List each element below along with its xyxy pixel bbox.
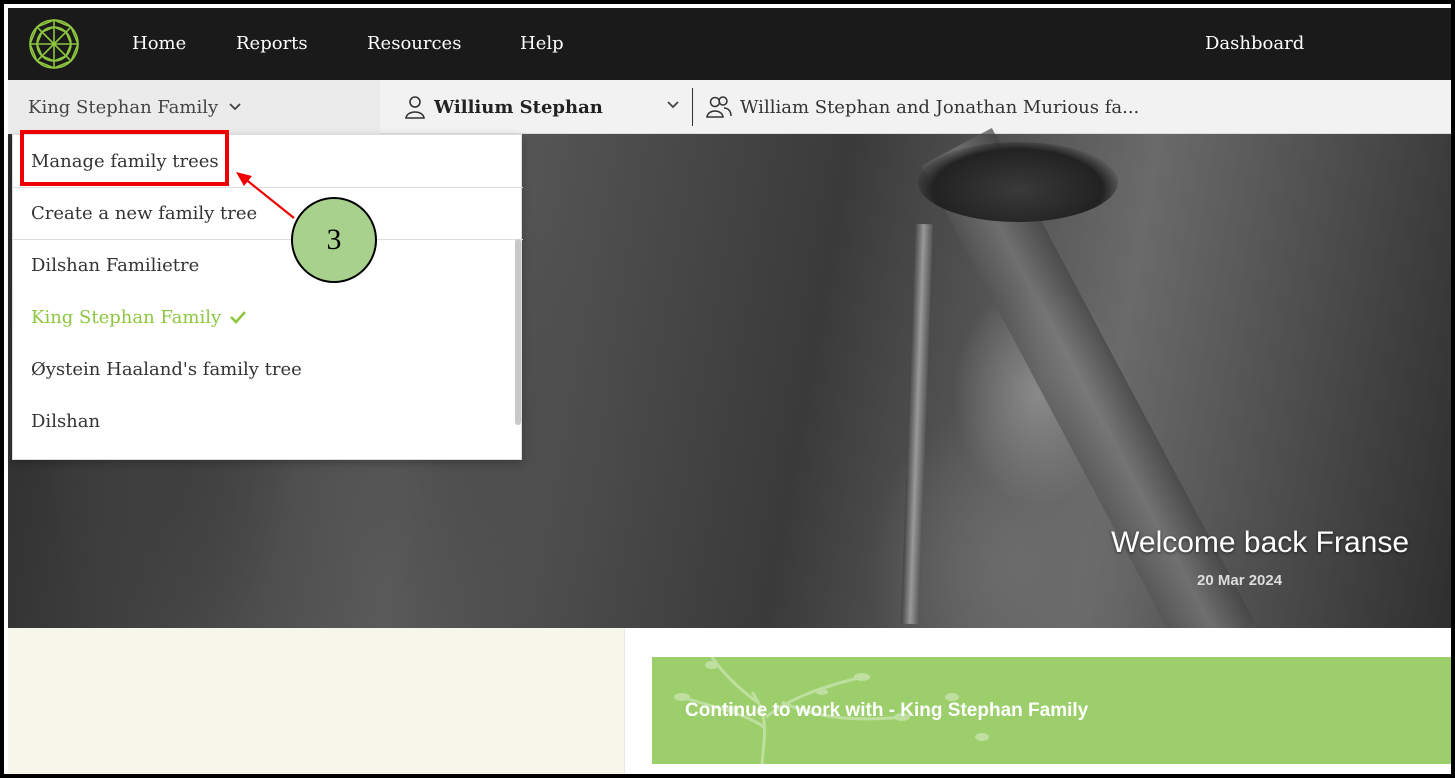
menu-item-label: King Stephan Family: [31, 306, 222, 328]
menu-item-tree-1[interactable]: King Stephan Family: [13, 291, 523, 343]
continue-card-label: Continue to work with - King Stephan Fam…: [685, 700, 1089, 721]
continue-card[interactable]: Continue to work with - King Stephan Fam…: [652, 657, 1451, 764]
users-icon: [706, 96, 732, 118]
nav-help[interactable]: Help: [520, 33, 564, 54]
nav-dashboard[interactable]: Dashboard: [1205, 33, 1304, 54]
menu-item-tree-3[interactable]: Dilshan: [13, 395, 523, 447]
nav-resources[interactable]: Resources: [367, 33, 461, 54]
menu-item-tree-2[interactable]: Øystein Haaland's family tree: [13, 343, 523, 395]
context-bar: King Stephan Family Willium Stephan Will…: [8, 80, 1451, 134]
person-name: Willium Stephan: [434, 96, 603, 118]
menu-item-label: Øystein Haaland's family tree: [31, 358, 302, 380]
chevron-down-icon: [667, 101, 679, 109]
family-name: William Stephan and Jonathan Murious fa.…: [740, 96, 1140, 118]
annotation-highlight-box: [20, 130, 229, 186]
tree-selector-label: King Stephan Family: [28, 96, 219, 118]
check-icon: [230, 311, 247, 324]
family-selector[interactable]: William Stephan and Jonathan Murious fa.…: [706, 80, 1139, 134]
top-navigation: Home Reports Resources Help Dashboard: [8, 8, 1451, 80]
welcome-date: 20 Mar 2024: [1197, 572, 1283, 589]
logo-icon[interactable]: [28, 18, 80, 70]
app-frame: Home Reports Resources Help Dashboard Ki…: [0, 0, 1455, 778]
hero-photo-cap: [918, 142, 1118, 222]
divider: [692, 88, 693, 126]
left-panel: [8, 628, 624, 774]
annotation-step-number: 3: [326, 223, 342, 256]
annotation-step-callout: 3: [291, 197, 377, 283]
user-icon: [405, 96, 425, 119]
welcome-message: Welcome back Franse: [1111, 526, 1409, 559]
annotation-arrow: [236, 172, 295, 219]
nav-reports[interactable]: Reports: [236, 33, 308, 54]
hero-photo-stick: [901, 223, 933, 625]
menu-item-tree-0[interactable]: Dilshan Familietre: [13, 239, 523, 291]
chevron-down-icon: [229, 103, 241, 111]
menu-item-label: Dilshan Familietre: [31, 254, 200, 276]
nav-home[interactable]: Home: [132, 33, 186, 54]
dropdown-scrollbar[interactable]: [515, 239, 521, 425]
menu-item-label: Dilshan: [31, 410, 101, 432]
tree-selector[interactable]: King Stephan Family: [8, 80, 380, 134]
person-selector[interactable]: Willium Stephan: [404, 80, 684, 134]
